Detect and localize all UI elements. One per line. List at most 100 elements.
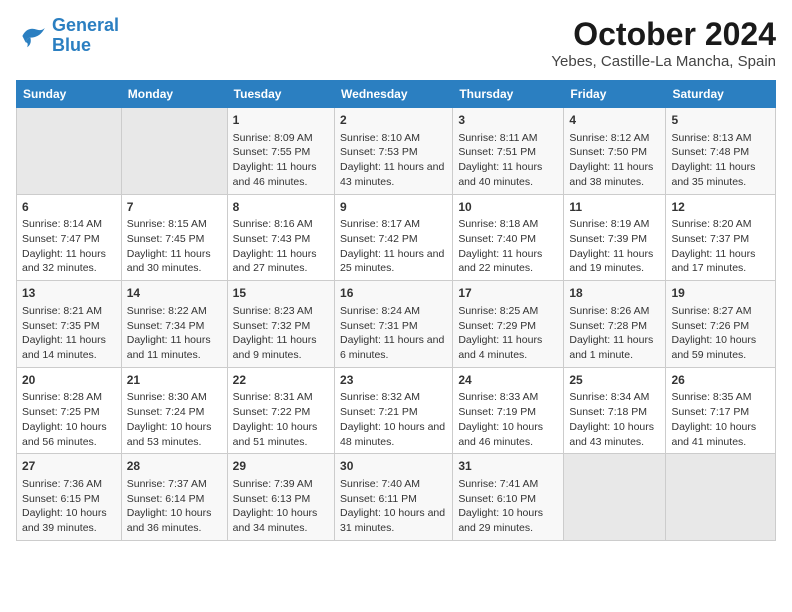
sunset-text: Sunset: 7:35 PM bbox=[22, 320, 100, 332]
sunset-text: Sunset: 7:21 PM bbox=[340, 406, 418, 418]
calendar-cell: 1Sunrise: 8:09 AMSunset: 7:55 PMDaylight… bbox=[227, 108, 334, 195]
day-number: 6 bbox=[22, 199, 116, 216]
col-tuesday: Tuesday bbox=[227, 81, 334, 108]
daylight-text: Daylight: 11 hours and 9 minutes. bbox=[233, 334, 317, 361]
col-saturday: Saturday bbox=[666, 81, 776, 108]
calendar-header: Sunday Monday Tuesday Wednesday Thursday… bbox=[17, 81, 776, 108]
sunrise-text: Sunrise: 8:26 AM bbox=[569, 305, 649, 317]
calendar-week-row: 1Sunrise: 8:09 AMSunset: 7:55 PMDaylight… bbox=[17, 108, 776, 195]
calendar-cell: 16Sunrise: 8:24 AMSunset: 7:31 PMDayligh… bbox=[335, 281, 453, 368]
calendar-title: October 2024 bbox=[551, 16, 776, 53]
day-number: 27 bbox=[22, 458, 116, 475]
sunrise-text: Sunrise: 8:23 AM bbox=[233, 305, 313, 317]
sunrise-text: Sunrise: 8:32 AM bbox=[340, 391, 420, 403]
day-number: 28 bbox=[127, 458, 222, 475]
calendar-cell: 10Sunrise: 8:18 AMSunset: 7:40 PMDayligh… bbox=[453, 194, 564, 281]
sunrise-text: Sunrise: 8:17 AM bbox=[340, 218, 420, 230]
calendar-cell: 12Sunrise: 8:20 AMSunset: 7:37 PMDayligh… bbox=[666, 194, 776, 281]
logo-line2: Blue bbox=[52, 35, 91, 55]
calendar-cell: 30 Sunrise: 7:40 AM Sunset: 6:11 PM Dayligh… bbox=[335, 454, 453, 541]
day-number: 9 bbox=[340, 199, 447, 216]
calendar-subtitle: Yebes, Castille-La Mancha, Spain bbox=[551, 53, 776, 70]
calendar-cell: 19Sunrise: 8:27 AMSunset: 7:26 PMDayligh… bbox=[666, 281, 776, 368]
sunset-text: Sunset: 7:43 PM bbox=[233, 233, 311, 245]
day-number: 17 bbox=[458, 285, 558, 302]
sunrise-text: Sunrise: 8:27 AM bbox=[671, 305, 751, 317]
calendar-cell: 15 Sunrise: 8:23 AM Sunset: 7:32 PM Dayligh… bbox=[227, 281, 334, 368]
calendar-cell: 21Sunrise: 8:30 AMSunset: 7:24 PMDayligh… bbox=[121, 367, 227, 454]
calendar-cell: 23Sunrise: 8:32 AMSunset: 7:21 PMDayligh… bbox=[335, 367, 453, 454]
calendar-week-row: 27 Sunrise: 7:36 AM Sunset: 6:15 PM Dayligh… bbox=[17, 454, 776, 541]
daylight-text: Daylight: 11 hours and 14 minutes. bbox=[22, 334, 106, 361]
calendar-cell bbox=[666, 454, 776, 541]
sunrise-text: Sunrise: 8:10 AM bbox=[340, 132, 420, 144]
sunset-text: Sunset: 7:32 PM bbox=[233, 320, 311, 332]
sunrise-text: Sunrise: 8:30 AM bbox=[127, 391, 207, 403]
day-number: 12 bbox=[671, 199, 770, 216]
calendar-cell: 22Sunrise: 8:31 AMSunset: 7:22 PMDayligh… bbox=[227, 367, 334, 454]
day-number: 29 bbox=[233, 458, 329, 475]
calendar-cell: 9Sunrise: 8:17 AMSunset: 7:42 PMDaylight… bbox=[335, 194, 453, 281]
day-number: 22 bbox=[233, 372, 329, 389]
day-number: 7 bbox=[127, 199, 222, 216]
sunrise-text: Sunrise: 7:40 AM bbox=[340, 478, 420, 490]
calendar-cell: 14Sunrise: 8:22 AMSunset: 7:34 PMDayligh… bbox=[121, 281, 227, 368]
sunset-text: Sunset: 6:11 PM bbox=[340, 493, 417, 505]
sunset-text: Sunset: 7:42 PM bbox=[340, 233, 418, 245]
calendar-cell: 17Sunrise: 8:25 AMSunset: 7:29 PMDayligh… bbox=[453, 281, 564, 368]
day-number: 10 bbox=[458, 199, 558, 216]
daylight-text: Daylight: 10 hours and 41 minutes. bbox=[671, 421, 756, 448]
calendar-cell: 2Sunrise: 8:10 AMSunset: 7:53 PMDaylight… bbox=[335, 108, 453, 195]
daylight-text: Daylight: 10 hours and 59 minutes. bbox=[671, 334, 756, 361]
calendar-cell: 7Sunrise: 8:15 AMSunset: 7:45 PMDaylight… bbox=[121, 194, 227, 281]
col-monday: Monday bbox=[121, 81, 227, 108]
sunset-text: Sunset: 7:34 PM bbox=[127, 320, 205, 332]
col-friday: Friday bbox=[564, 81, 666, 108]
day-number: 23 bbox=[340, 372, 447, 389]
calendar-cell bbox=[121, 108, 227, 195]
sunset-text: Sunset: 7:29 PM bbox=[458, 320, 536, 332]
daylight-text: Daylight: 10 hours and 34 minutes. bbox=[233, 507, 318, 534]
day-number: 24 bbox=[458, 372, 558, 389]
daylight-text: Daylight: 11 hours and 19 minutes. bbox=[569, 248, 653, 275]
sunset-text: Sunset: 7:18 PM bbox=[569, 406, 647, 418]
sunrise-text: Sunrise: 7:41 AM bbox=[458, 478, 538, 490]
daylight-text: Daylight: 10 hours and 29 minutes. bbox=[458, 507, 543, 534]
day-number: 26 bbox=[671, 372, 770, 389]
sunrise-text: Sunrise: 8:34 AM bbox=[569, 391, 649, 403]
daylight-text: Daylight: 10 hours and 31 minutes. bbox=[340, 507, 445, 534]
col-sunday: Sunday bbox=[17, 81, 122, 108]
sunrise-text: Sunrise: 7:36 AM bbox=[22, 478, 102, 490]
sunset-text: Sunset: 6:15 PM bbox=[22, 493, 100, 505]
daylight-text: Daylight: 10 hours and 46 minutes. bbox=[458, 421, 543, 448]
sunset-text: Sunset: 6:10 PM bbox=[458, 493, 536, 505]
sunset-text: Sunset: 7:47 PM bbox=[22, 233, 100, 245]
daylight-text: Daylight: 11 hours and 4 minutes. bbox=[458, 334, 542, 361]
calendar-table: Sunday Monday Tuesday Wednesday Thursday… bbox=[16, 80, 776, 541]
day-number: 15 bbox=[233, 285, 329, 302]
sunset-text: Sunset: 7:45 PM bbox=[127, 233, 205, 245]
day-number: 11 bbox=[569, 199, 660, 216]
logo-text: General Blue bbox=[52, 16, 119, 56]
calendar-cell: 26Sunrise: 8:35 AMSunset: 7:17 PMDayligh… bbox=[666, 367, 776, 454]
daylight-text: Daylight: 11 hours and 38 minutes. bbox=[569, 161, 653, 188]
day-number: 20 bbox=[22, 372, 116, 389]
calendar-week-row: 20Sunrise: 8:28 AMSunset: 7:25 PMDayligh… bbox=[17, 367, 776, 454]
calendar-cell: 11Sunrise: 8:19 AMSunset: 7:39 PMDayligh… bbox=[564, 194, 666, 281]
calendar-cell: 5Sunrise: 8:13 AMSunset: 7:48 PMDaylight… bbox=[666, 108, 776, 195]
sunrise-text: Sunrise: 8:28 AM bbox=[22, 391, 102, 403]
daylight-text: Daylight: 11 hours and 40 minutes. bbox=[458, 161, 542, 188]
day-number: 30 bbox=[340, 458, 447, 475]
sunset-text: Sunset: 7:51 PM bbox=[458, 146, 536, 158]
sunset-text: Sunset: 6:14 PM bbox=[127, 493, 205, 505]
calendar-cell: 20Sunrise: 8:28 AMSunset: 7:25 PMDayligh… bbox=[17, 367, 122, 454]
sunrise-text: Sunrise: 8:18 AM bbox=[458, 218, 538, 230]
calendar-cell: 24Sunrise: 8:33 AMSunset: 7:19 PMDayligh… bbox=[453, 367, 564, 454]
calendar-cell: 29Sunrise: 7:39 AMSunset: 6:13 PMDayligh… bbox=[227, 454, 334, 541]
calendar-cell: 28Sunrise: 7:37 AMSunset: 6:14 PMDayligh… bbox=[121, 454, 227, 541]
sunset-text: Sunset: 6:13 PM bbox=[233, 493, 311, 505]
day-number: 4 bbox=[569, 112, 660, 129]
sunset-text: Sunset: 7:24 PM bbox=[127, 406, 205, 418]
sunrise-text: Sunrise: 8:15 AM bbox=[127, 218, 207, 230]
daylight-text: Daylight: 11 hours and 1 minute. bbox=[569, 334, 653, 361]
